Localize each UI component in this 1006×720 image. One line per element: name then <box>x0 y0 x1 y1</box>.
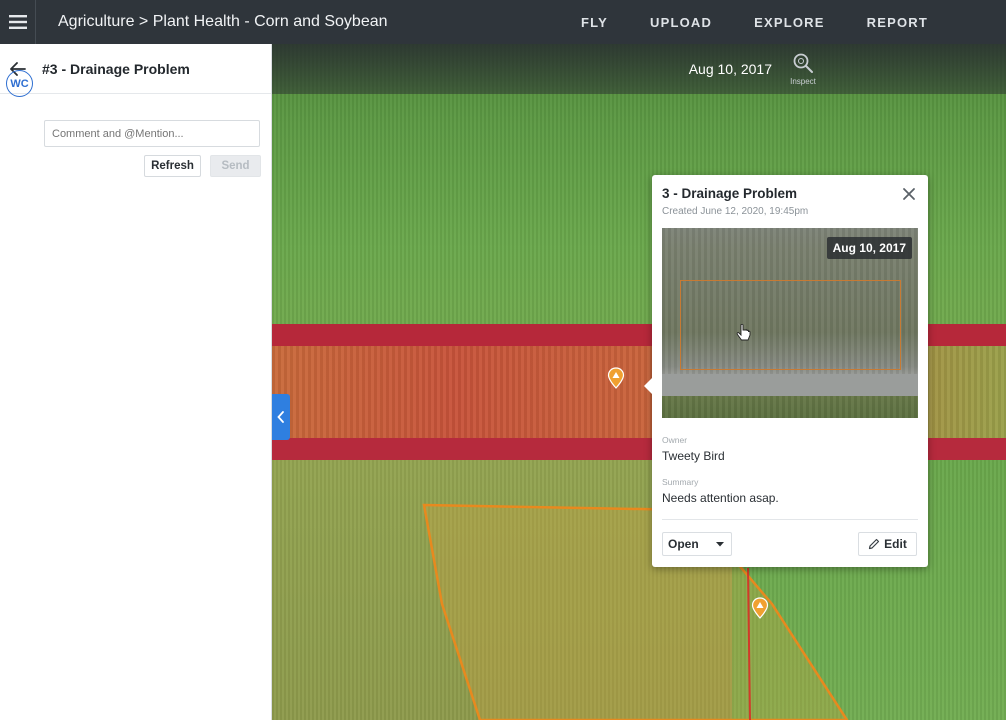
card-title: 3 - Drainage Problem <box>662 186 798 201</box>
collapse-panel-tab[interactable] <box>272 394 290 440</box>
card-divider <box>662 519 918 520</box>
annotation-box <box>680 280 901 370</box>
close-icon[interactable] <box>902 187 916 201</box>
map-date: Aug 10, 2017 <box>688 61 772 77</box>
image-road <box>662 374 918 396</box>
issue-popup-card: 3 - Drainage Problem Created June 12, 20… <box>644 175 928 567</box>
edit-button[interactable]: Edit <box>858 532 917 556</box>
inspect-label: Inspect <box>790 77 816 86</box>
edit-label: Edit <box>884 537 907 551</box>
panel-title: #3 - Drainage Problem <box>42 60 190 77</box>
hand-cursor-icon <box>736 324 751 341</box>
breadcrumb-title: Agriculture > Plant Health - Corn and So… <box>58 13 388 30</box>
avatar: WC <box>6 70 33 97</box>
panel-header: #3 - Drainage Problem <box>0 44 271 94</box>
nav-explore[interactable]: EXPLORE <box>754 15 825 30</box>
issue-pin-icon[interactable] <box>607 367 625 389</box>
chevron-left-icon <box>277 411 284 423</box>
magnifier-icon <box>793 53 813 73</box>
owner-label: Owner <box>662 435 688 445</box>
caret-down-icon <box>716 542 724 547</box>
refresh-button[interactable]: Refresh <box>144 155 201 177</box>
pencil-icon <box>869 538 880 550</box>
status-dropdown[interactable]: Open <box>662 532 732 556</box>
summary-value: Needs attention asap. <box>662 491 779 505</box>
owner-value: Tweety Bird <box>662 449 725 463</box>
issue-side-panel: #3 - Drainage Problem WC Refresh Send <box>0 44 272 720</box>
image-date-badge: Aug 10, 2017 <box>826 237 912 259</box>
issue-thumbnail[interactable]: Aug 10, 2017 <box>662 228 918 418</box>
issue-pin-icon[interactable] <box>751 597 769 619</box>
hamburger-menu-button[interactable] <box>0 0 36 44</box>
nav-upload[interactable]: UPLOAD <box>650 15 712 30</box>
nav-report[interactable]: REPORT <box>867 15 928 30</box>
comment-input[interactable] <box>44 120 260 147</box>
card-pointer <box>644 377 653 395</box>
main-nav: FLY UPLOAD EXPLORE REPORT <box>581 0 928 44</box>
card-created-date: Created June 12, 2020, 19:45pm <box>662 206 809 217</box>
summary-label: Summary <box>662 477 699 487</box>
inspect-button[interactable]: Inspect <box>788 52 818 86</box>
top-bar: Agriculture > Plant Health - Corn and So… <box>0 0 1006 44</box>
send-button[interactable]: Send <box>210 155 261 177</box>
map-toolbar <box>272 44 1006 94</box>
status-value: Open <box>668 537 699 551</box>
nav-fly[interactable]: FLY <box>581 15 608 30</box>
hamburger-menu-icon <box>8 15 27 29</box>
